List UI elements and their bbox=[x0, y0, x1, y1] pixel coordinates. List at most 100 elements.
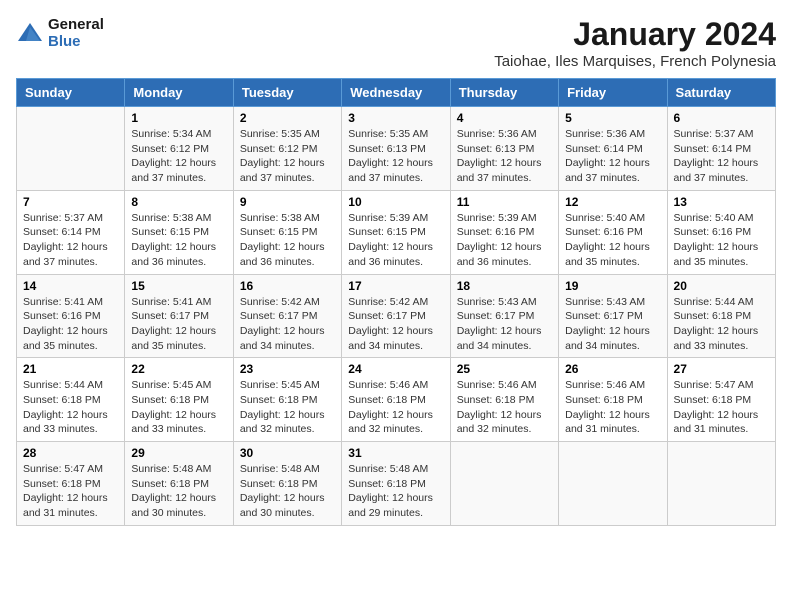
calendar-week-2: 7 Sunrise: 5:37 AM Sunset: 6:14 PM Daylig… bbox=[17, 190, 776, 274]
day-number: 17 bbox=[348, 279, 443, 293]
day-number: 24 bbox=[348, 362, 443, 376]
weekday-header-saturday: Saturday bbox=[667, 79, 775, 107]
calendar-week-3: 14 Sunrise: 5:41 AM Sunset: 6:16 PM Dayli… bbox=[17, 274, 776, 358]
day-info: Sunrise: 5:36 AM Sunset: 6:13 PM Dayligh… bbox=[457, 127, 552, 186]
calendar-cell bbox=[450, 442, 558, 526]
calendar-cell: 31Sunrise: 5:48 AM Sunset: 6:18 PM Dayli… bbox=[342, 442, 450, 526]
day-number: 11 bbox=[457, 195, 552, 209]
weekday-header-tuesday: Tuesday bbox=[233, 79, 341, 107]
day-number: 20 bbox=[674, 279, 769, 293]
day-number: 9 bbox=[240, 195, 335, 209]
day-number: 25 bbox=[457, 362, 552, 376]
day-info: Sunrise: 5:40 AM Sunset: 6:16 PM Dayligh… bbox=[674, 211, 769, 270]
day-number: 30 bbox=[240, 446, 335, 460]
day-info: Sunrise: 5:38 AM Sunset: 6:15 PM Dayligh… bbox=[131, 211, 226, 270]
calendar-cell: 13 Sunrise: 5:40 AM Sunset: 6:16 PM Dayli… bbox=[667, 190, 775, 274]
day-info: Sunrise: 5:42 AM Sunset: 6:17 PM Dayligh… bbox=[348, 295, 443, 354]
calendar-cell: 9 Sunrise: 5:38 AM Sunset: 6:15 PM Daylig… bbox=[233, 190, 341, 274]
day-number: 26 bbox=[565, 362, 660, 376]
day-number: 18 bbox=[457, 279, 552, 293]
calendar-cell: 21 Sunrise: 5:44 AM Sunset: 6:18 PM Dayli… bbox=[17, 358, 125, 442]
logo-icon bbox=[16, 21, 44, 45]
page-header: General Blue January 2024 Taiohae, Iles … bbox=[16, 16, 776, 70]
calendar-cell: 17 Sunrise: 5:42 AM Sunset: 6:17 PM Dayli… bbox=[342, 274, 450, 358]
calendar-cell: 27 Sunrise: 5:47 AM Sunset: 6:18 PM Dayli… bbox=[667, 358, 775, 442]
day-info: Sunrise: 5:35 AM Sunset: 6:12 PM Dayligh… bbox=[240, 127, 335, 186]
day-info: Sunrise: 5:45 AM Sunset: 6:18 PM Dayligh… bbox=[131, 378, 226, 437]
calendar-cell: 16Sunrise: 5:42 AM Sunset: 6:17 PM Dayli… bbox=[233, 274, 341, 358]
day-number: 16 bbox=[240, 279, 335, 293]
calendar-cell: 1 Sunrise: 5:34 AM Sunset: 6:12 PM Daylig… bbox=[125, 107, 233, 191]
day-number: 10 bbox=[348, 195, 443, 209]
calendar-cell: 23Sunrise: 5:45 AM Sunset: 6:18 PM Dayli… bbox=[233, 358, 341, 442]
day-info: Sunrise: 5:34 AM Sunset: 6:12 PM Dayligh… bbox=[131, 127, 226, 186]
day-number: 22 bbox=[131, 362, 226, 376]
calendar-cell bbox=[559, 442, 667, 526]
calendar-cell: 18 Sunrise: 5:43 AM Sunset: 6:17 PM Dayli… bbox=[450, 274, 558, 358]
calendar-cell: 22 Sunrise: 5:45 AM Sunset: 6:18 PM Dayli… bbox=[125, 358, 233, 442]
day-number: 21 bbox=[23, 362, 118, 376]
day-number: 29 bbox=[131, 446, 226, 460]
day-number: 7 bbox=[23, 195, 118, 209]
day-number: 14 bbox=[23, 279, 118, 293]
calendar-cell: 3 Sunrise: 5:35 AM Sunset: 6:13 PM Daylig… bbox=[342, 107, 450, 191]
calendar-cell: 30Sunrise: 5:48 AM Sunset: 6:18 PM Dayli… bbox=[233, 442, 341, 526]
calendar-cell: 25 Sunrise: 5:46 AM Sunset: 6:18 PM Dayli… bbox=[450, 358, 558, 442]
day-info: Sunrise: 5:39 AM Sunset: 6:16 PM Dayligh… bbox=[457, 211, 552, 270]
day-info: Sunrise: 5:44 AM Sunset: 6:18 PM Dayligh… bbox=[674, 295, 769, 354]
day-number: 8 bbox=[131, 195, 226, 209]
day-info: Sunrise: 5:46 AM Sunset: 6:18 PM Dayligh… bbox=[457, 378, 552, 437]
day-info: Sunrise: 5:40 AM Sunset: 6:16 PM Dayligh… bbox=[565, 211, 660, 270]
calendar-body: 1 Sunrise: 5:34 AM Sunset: 6:12 PM Daylig… bbox=[17, 107, 776, 526]
day-number: 2 bbox=[240, 111, 335, 125]
day-number: 28 bbox=[23, 446, 118, 460]
location-subtitle: Taiohae, Iles Marquises, French Polynesi… bbox=[494, 53, 776, 70]
calendar-cell: 26Sunrise: 5:46 AM Sunset: 6:18 PM Dayli… bbox=[559, 358, 667, 442]
calendar-cell: 14 Sunrise: 5:41 AM Sunset: 6:16 PM Dayli… bbox=[17, 274, 125, 358]
day-number: 12 bbox=[565, 195, 660, 209]
calendar-cell: 29 Sunrise: 5:48 AM Sunset: 6:18 PM Dayli… bbox=[125, 442, 233, 526]
day-number: 1 bbox=[131, 111, 226, 125]
calendar-week-5: 28Sunrise: 5:47 AM Sunset: 6:18 PM Dayli… bbox=[17, 442, 776, 526]
calendar-cell bbox=[17, 107, 125, 191]
day-info: Sunrise: 5:39 AM Sunset: 6:15 PM Dayligh… bbox=[348, 211, 443, 270]
day-info: Sunrise: 5:48 AM Sunset: 6:18 PM Dayligh… bbox=[131, 462, 226, 521]
day-number: 13 bbox=[674, 195, 769, 209]
day-info: Sunrise: 5:38 AM Sunset: 6:15 PM Dayligh… bbox=[240, 211, 335, 270]
day-number: 23 bbox=[240, 362, 335, 376]
calendar-cell: 6Sunrise: 5:37 AM Sunset: 6:14 PM Daylig… bbox=[667, 107, 775, 191]
calendar-cell: 11 Sunrise: 5:39 AM Sunset: 6:16 PM Dayli… bbox=[450, 190, 558, 274]
calendar-cell: 20 Sunrise: 5:44 AM Sunset: 6:18 PM Dayli… bbox=[667, 274, 775, 358]
weekday-header-row: SundayMondayTuesdayWednesdayThursdayFrid… bbox=[17, 79, 776, 107]
day-number: 4 bbox=[457, 111, 552, 125]
title-block: January 2024 Taiohae, Iles Marquises, Fr… bbox=[494, 16, 776, 70]
calendar-cell: 7 Sunrise: 5:37 AM Sunset: 6:14 PM Daylig… bbox=[17, 190, 125, 274]
calendar-table: SundayMondayTuesdayWednesdayThursdayFrid… bbox=[16, 78, 776, 526]
weekday-header-thursday: Thursday bbox=[450, 79, 558, 107]
day-info: Sunrise: 5:41 AM Sunset: 6:16 PM Dayligh… bbox=[23, 295, 118, 354]
day-info: Sunrise: 5:48 AM Sunset: 6:18 PM Dayligh… bbox=[348, 462, 443, 521]
calendar-title: January 2024 bbox=[494, 16, 776, 53]
day-info: Sunrise: 5:43 AM Sunset: 6:17 PM Dayligh… bbox=[457, 295, 552, 354]
calendar-cell: 8 Sunrise: 5:38 AM Sunset: 6:15 PM Daylig… bbox=[125, 190, 233, 274]
day-number: 27 bbox=[674, 362, 769, 376]
weekday-header-monday: Monday bbox=[125, 79, 233, 107]
day-info: Sunrise: 5:43 AM Sunset: 6:17 PM Dayligh… bbox=[565, 295, 660, 354]
calendar-cell: 19 Sunrise: 5:43 AM Sunset: 6:17 PM Dayli… bbox=[559, 274, 667, 358]
day-info: Sunrise: 5:46 AM Sunset: 6:18 PM Dayligh… bbox=[348, 378, 443, 437]
day-info: Sunrise: 5:35 AM Sunset: 6:13 PM Dayligh… bbox=[348, 127, 443, 186]
day-info: Sunrise: 5:44 AM Sunset: 6:18 PM Dayligh… bbox=[23, 378, 118, 437]
day-info: Sunrise: 5:41 AM Sunset: 6:17 PM Dayligh… bbox=[131, 295, 226, 354]
day-info: Sunrise: 5:37 AM Sunset: 6:14 PM Dayligh… bbox=[674, 127, 769, 186]
day-info: Sunrise: 5:47 AM Sunset: 6:18 PM Dayligh… bbox=[674, 378, 769, 437]
logo: General Blue bbox=[16, 16, 104, 50]
calendar-cell: 12 Sunrise: 5:40 AM Sunset: 6:16 PM Dayli… bbox=[559, 190, 667, 274]
calendar-cell: 4 Sunrise: 5:36 AM Sunset: 6:13 PM Daylig… bbox=[450, 107, 558, 191]
day-info: Sunrise: 5:37 AM Sunset: 6:14 PM Dayligh… bbox=[23, 211, 118, 270]
calendar-cell: 28Sunrise: 5:47 AM Sunset: 6:18 PM Dayli… bbox=[17, 442, 125, 526]
day-number: 5 bbox=[565, 111, 660, 125]
day-number: 3 bbox=[348, 111, 443, 125]
weekday-header-friday: Friday bbox=[559, 79, 667, 107]
day-number: 19 bbox=[565, 279, 660, 293]
weekday-header-sunday: Sunday bbox=[17, 79, 125, 107]
